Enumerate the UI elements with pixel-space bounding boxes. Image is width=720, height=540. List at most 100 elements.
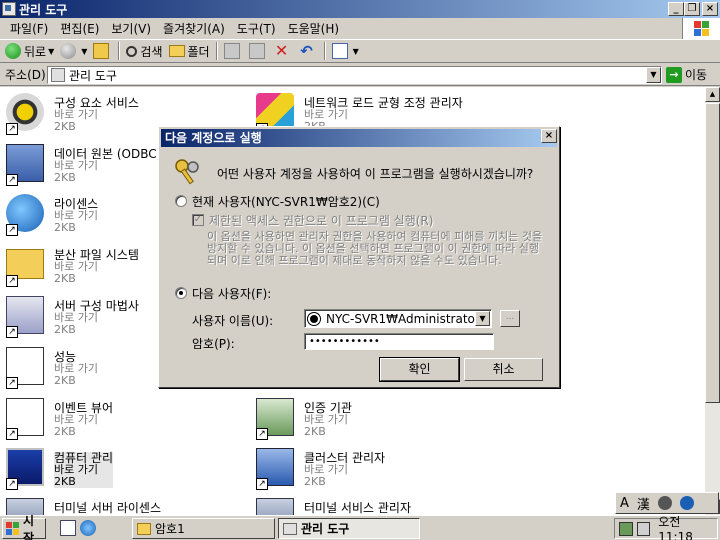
menu-view[interactable]: 보기(V) <box>105 20 157 37</box>
username-dropdown-icon[interactable]: ▼ <box>475 311 490 326</box>
other-user-radio[interactable] <box>175 287 187 299</box>
menu-favorites[interactable]: 즐겨찾기(A) <box>157 20 231 37</box>
user-icon <box>308 312 320 325</box>
address-dropdown-icon[interactable]: ▼ <box>646 67 661 83</box>
windows-logo <box>682 18 720 40</box>
current-user-radio[interactable] <box>175 195 187 207</box>
undo-icon: ↶ <box>300 42 313 60</box>
list-item[interactable]: ↗ 인증 기관 바로 가기 2KB <box>250 396 490 446</box>
show-desktop-icon[interactable] <box>60 520 76 536</box>
delete-button[interactable]: ✕ <box>271 41 296 61</box>
system-tray: 오전 11:18 <box>614 515 718 540</box>
keys-icon <box>175 159 199 185</box>
clock[interactable]: 오전 11:18 <box>658 513 717 540</box>
address-label: 주소(D) <box>5 68 46 82</box>
address-input[interactable]: 관리 도구 ▼ <box>47 66 662 84</box>
ime-mode-label[interactable]: A <box>620 496 629 511</box>
address-value: 관리 도구 <box>69 68 117 83</box>
terminal-services-manager-icon <box>256 498 294 515</box>
forward-dropdown-icon[interactable]: ▼ <box>81 47 87 56</box>
views-dropdown-icon: ▼ <box>352 46 359 56</box>
undo-button[interactable]: ↶ <box>296 41 321 61</box>
standard-toolbar: 뒤로 ▼ ▼ 검색 폴더 ✕ ↶ ▼ <box>0 39 720 63</box>
folder-icon <box>168 45 185 57</box>
ime-help-icon[interactable] <box>679 496 694 510</box>
scroll-up-icon[interactable]: ▲ <box>705 87 720 102</box>
list-item[interactable]: ↗ 클러스터 관리자 바로 가기 2KB <box>250 446 490 496</box>
password-input[interactable]: •••••••••••• <box>304 333 494 350</box>
address-bar: 주소(D) 관리 도구 ▼ → 이동 <box>0 64 720 86</box>
taskbar-item-password1[interactable]: 암호1 <box>132 518 275 539</box>
start-button[interactable]: 시작 <box>2 514 46 540</box>
admin-tools-icon <box>51 68 65 82</box>
close-button[interactable]: × <box>702 2 718 16</box>
item-size: 2KB <box>54 475 76 488</box>
minimize-button[interactable]: _ <box>668 2 684 16</box>
item-size: 2KB <box>54 171 76 184</box>
item-size: 2KB <box>54 374 76 387</box>
restricted-description: 이 옵션을 사용하면 관리자 권한을 사용하여 컴퓨터에 피해를 끼치는 것을 … <box>207 230 543 267</box>
item-size: 2KB <box>54 323 76 336</box>
restore-button[interactable]: ❐ <box>684 2 700 16</box>
ime-hanja-label[interactable]: 漢 <box>637 494 650 513</box>
shortcut-arrow-icon: ↗ <box>6 275 18 287</box>
views-button[interactable]: ▼ <box>329 41 362 61</box>
username-combobox[interactable]: NYC-SVR1₩Administrator ▼ <box>304 309 492 328</box>
ok-button[interactable]: 확인 <box>379 357 460 382</box>
forward-arrow-icon <box>60 43 77 59</box>
cancel-button[interactable]: 취소 <box>464 358 543 381</box>
admin-tools-icon <box>2 2 16 16</box>
scroll-thumb[interactable] <box>705 103 720 403</box>
network-icon[interactable] <box>619 521 633 536</box>
shortcut-arrow-icon: ↗ <box>256 428 268 440</box>
folder-icon <box>137 522 151 535</box>
ime-pad-icon[interactable] <box>657 496 672 510</box>
search-button[interactable]: 검색 <box>123 41 165 61</box>
window-title: 관리 도구 <box>19 2 68 17</box>
other-user-label[interactable]: 다음 사용자(F): <box>192 285 271 302</box>
toolbar-separator <box>215 42 218 60</box>
dialog-close-button[interactable]: × <box>541 129 557 143</box>
current-user-label[interactable]: 현재 사용자(NYC-SVR1₩암호2)(C) <box>192 193 380 210</box>
move-to-button[interactable] <box>221 41 246 61</box>
item-size: 2KB <box>54 425 76 438</box>
list-item-selected[interactable]: ↗ 컴퓨터 관리 바로 가기 2KB <box>0 446 240 496</box>
copy-to-button[interactable] <box>246 41 271 61</box>
back-button[interactable]: 뒤로 ▼ <box>2 41 57 61</box>
menu-tools[interactable]: 도구(T) <box>231 20 282 37</box>
folder-up-icon <box>93 43 110 59</box>
menu-file[interactable]: 파일(F) <box>4 20 54 37</box>
run-as-dialog: 다음 계정으로 실행 × 어떤 사용자 계정을 사용하여 이 프로그램을 실행하… <box>158 126 560 388</box>
vertical-scrollbar[interactable]: ▲ ▼ <box>705 87 720 515</box>
ime-indicator-icon[interactable] <box>636 521 651 536</box>
back-dropdown-icon[interactable]: ▼ <box>48 47 54 56</box>
item-size: 2KB <box>304 425 326 438</box>
menu-edit[interactable]: 편집(E) <box>54 20 105 37</box>
internet-explorer-icon[interactable] <box>80 520 96 536</box>
browse-user-button[interactable]: ... <box>500 310 520 327</box>
list-item[interactable]: ↗ 이벤트 뷰어 바로 가기 2KB <box>0 396 240 446</box>
views-icon <box>331 43 348 59</box>
up-button[interactable] <box>90 41 115 61</box>
go-button[interactable]: → 이동 <box>666 66 707 83</box>
menu-bar: 파일(F) 편집(E) 보기(V) 즐겨찾기(A) 도구(T) 도움말(H) <box>0 18 720 38</box>
folders-button[interactable]: 폴더 <box>166 41 213 61</box>
item-type: 바로 가기 <box>304 108 348 121</box>
move-to-icon <box>223 43 240 59</box>
task-label: 관리 도구 <box>301 522 350 536</box>
restricted-access-checkbox[interactable]: ✓ <box>192 214 204 226</box>
taskbar-item-admin-tools[interactable]: 관리 도구 <box>278 518 420 539</box>
search-icon <box>126 45 138 57</box>
dialog-title: 다음 계정으로 실행 <box>161 129 557 147</box>
item-size: 2KB <box>304 475 326 488</box>
windows-flag-icon <box>694 21 710 37</box>
list-item[interactable]: 터미널 서비스 관리자 <box>250 496 490 515</box>
windows-flag-icon <box>6 522 20 535</box>
shortcut-arrow-icon: ↗ <box>6 123 18 135</box>
forward-button[interactable]: ▼ <box>57 41 90 61</box>
password-label: 암호(P): <box>192 337 235 351</box>
item-name: 터미널 서비스 관리자 <box>304 501 411 515</box>
menu-help[interactable]: 도움말(H) <box>282 20 346 37</box>
ime-language-bar[interactable]: A 漢 <box>615 492 719 514</box>
copy-to-icon <box>248 43 265 59</box>
